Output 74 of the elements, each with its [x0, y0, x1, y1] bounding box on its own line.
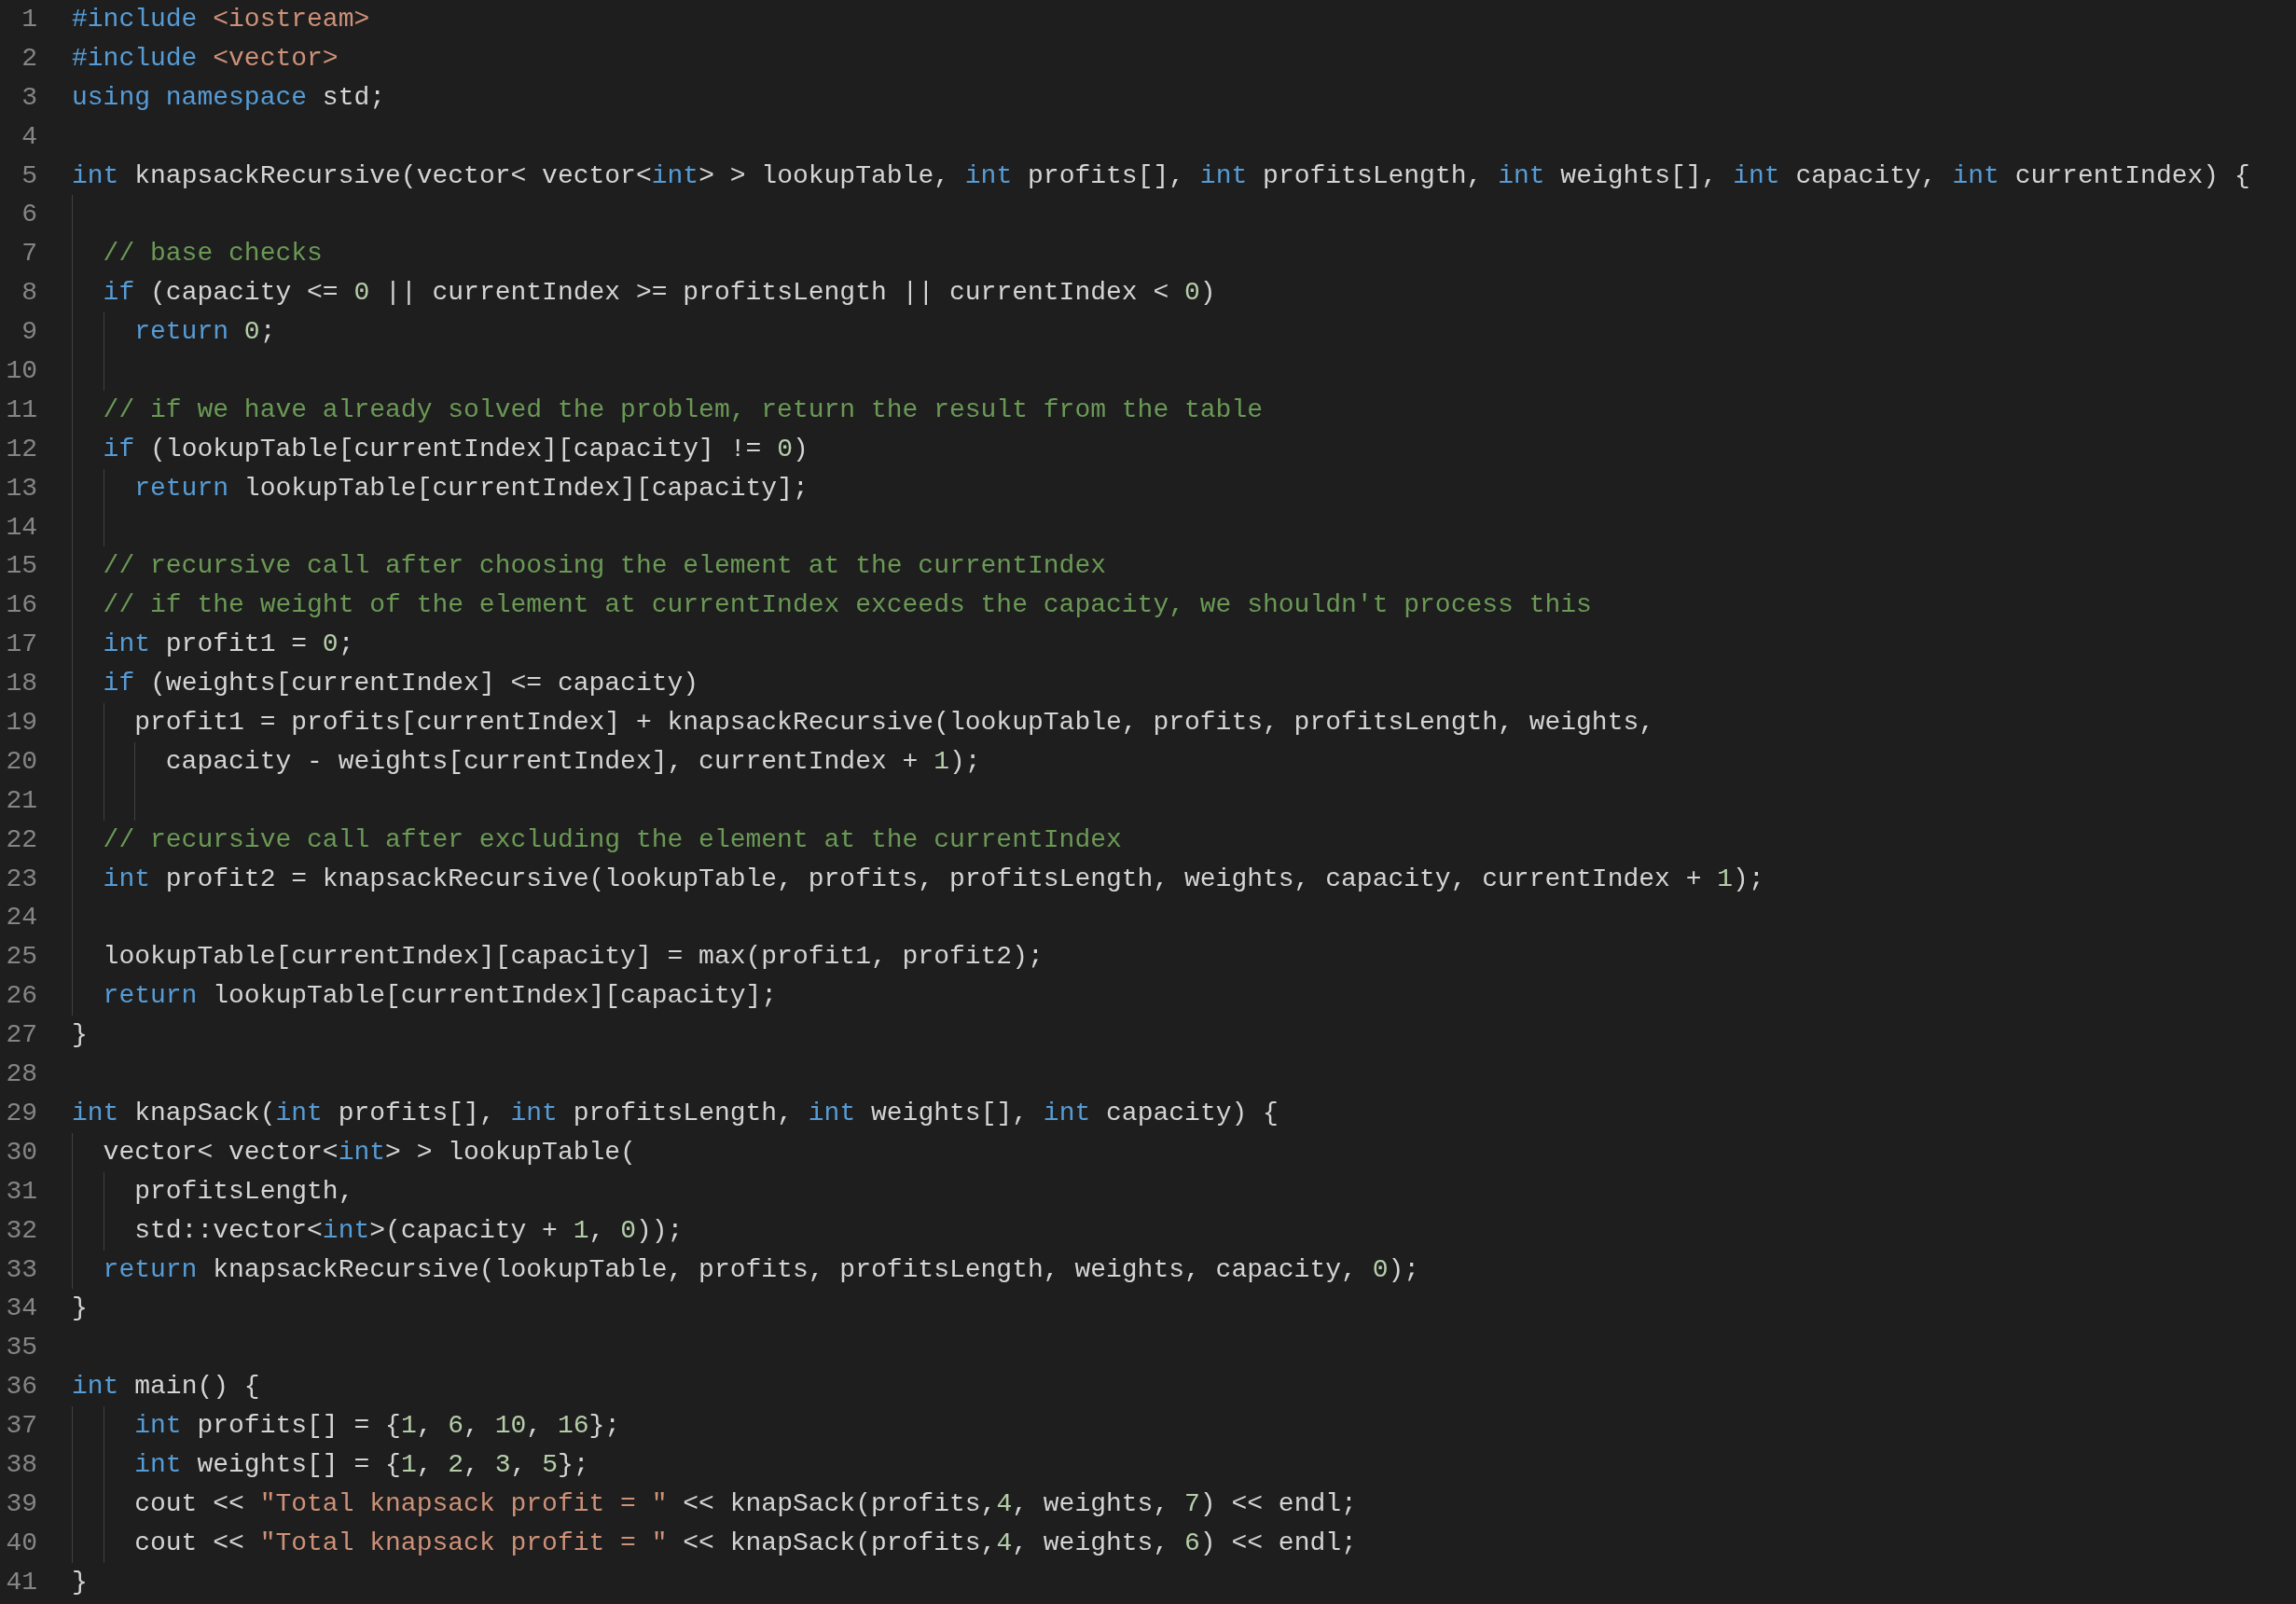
line-number: 2 [21, 42, 37, 75]
code-line: } [72, 1567, 88, 1597]
line-number: 37 [5, 1410, 37, 1443]
line-number: 5 [21, 159, 37, 192]
line-number: 24 [5, 902, 37, 934]
line-number: 20 [5, 745, 37, 778]
code-line: if (capacity <= 0 || currentIndex >= profitsLength || currentIndex < 0) [102, 278, 1216, 308]
line-number: 4 [21, 120, 37, 153]
line-number: 35 [5, 1332, 37, 1364]
line-number: 41 [5, 1566, 37, 1598]
code-line: profit1 = profits[currentIndex] + knapsackRecursive(lookupTable, profits, profitsLength, weights, [133, 708, 1655, 738]
code-line: if (lookupTable[currentIndex][capacity] != 0) [102, 434, 809, 463]
line-number: 15 [5, 550, 37, 583]
line-number: 18 [5, 668, 37, 700]
line-number: 7 [21, 238, 37, 270]
line-number: 9 [21, 316, 37, 349]
line-number: 16 [5, 589, 37, 622]
code-line: #include <iostream> [72, 5, 370, 34]
line-number: 22 [5, 823, 37, 856]
line-number: 21 [5, 784, 37, 817]
line-number: 8 [21, 277, 37, 310]
code-line: // if the weight of the element at currentIndex exceeds the capacity, we shouldn't process this [102, 590, 1592, 620]
line-number: 17 [5, 629, 37, 661]
code-line: // base checks [102, 239, 323, 269]
line-number: 28 [5, 1058, 37, 1091]
code-line: if (weights[currentIndex] <= capacity) [102, 669, 699, 698]
code-line: int weights[] = {1, 2, 3, 5}; [133, 1449, 589, 1479]
code-line: // recursive call after excluding the element at the currentIndex [102, 824, 1122, 854]
line-number: 27 [5, 1019, 37, 1052]
line-number: 31 [5, 1175, 37, 1208]
line-number: 34 [5, 1293, 37, 1325]
code-line: } [72, 1293, 88, 1323]
line-number: 13 [5, 472, 37, 505]
line-number: 14 [5, 511, 37, 544]
code-line: return 0; [133, 317, 276, 347]
code-line: // recursive call after choosing the element at the currentIndex [102, 551, 1106, 581]
code-line: int profit2 = knapsackRecursive(lookupTable, profits, profitsLength, weights, capacity, currentIndex + 1); [102, 864, 1764, 893]
code-line: #include <vector> [72, 43, 339, 73]
line-number: 30 [5, 1136, 37, 1168]
line-number: 32 [5, 1214, 37, 1247]
code-line: vector< vector<int> > lookupTable( [102, 1137, 636, 1167]
code-line: profitsLength, [133, 1176, 354, 1206]
code-line: std::vector<int>(capacity + 1, 0)); [133, 1215, 684, 1245]
code-line: return lookupTable[currentIndex][capacity]; [102, 981, 778, 1011]
code-line: lookupTable[currentIndex][capacity] = max(profit1, profit2); [102, 942, 1044, 972]
line-number: 26 [5, 980, 37, 1013]
code-line: int profits[] = {1, 6, 10, 16}; [133, 1411, 621, 1441]
line-number: 6 [21, 199, 37, 231]
line-number: 3 [21, 81, 37, 114]
line-number: 1 [21, 4, 37, 35]
line-number: 29 [5, 1097, 37, 1129]
line-number: 10 [5, 355, 37, 387]
code-line: int main() { [72, 1372, 260, 1402]
line-number: 19 [5, 707, 37, 740]
code-line: // if we have already solved the problem, return the result from the table [102, 394, 1263, 424]
line-number: 33 [5, 1253, 37, 1286]
line-number: 39 [5, 1487, 37, 1520]
code-line: using namespace std; [72, 82, 386, 112]
code-line: return lookupTable[currentIndex][capacity]; [133, 473, 809, 503]
line-number: 36 [5, 1371, 37, 1404]
code-line: int knapSack(int profits[], int profitsLength, int weights[], int capacity) { [72, 1098, 1279, 1127]
code-line: int knapsackRecursive(vector< vector<int> > lookupTable, int profits[], int profitsLength, int weights[], int capacity, int currentIndex) { [72, 160, 2250, 190]
code-line: cout << "Total knapsack profit = " << knapSack(profits,4, weights, 7) << endl; [133, 1488, 1357, 1518]
line-number: 40 [5, 1527, 37, 1559]
code-line: cout << "Total knapsack profit = " << knapSack(profits,4, weights, 6) << endl; [133, 1528, 1357, 1557]
line-number: 12 [5, 433, 37, 465]
line-number: 38 [5, 1448, 37, 1481]
line-number: 11 [5, 394, 37, 426]
code-line: } [72, 1020, 88, 1050]
line-number: 25 [5, 941, 37, 974]
code-line: capacity - weights[currentIndex], currentIndex + 1); [164, 746, 981, 776]
code-line: int profit1 = 0; [102, 629, 354, 659]
line-number: 23 [5, 863, 37, 895]
code-line: return knapsackRecursive(lookupTable, profits, profitsLength, weights, capacity, 0); [102, 1254, 1420, 1284]
